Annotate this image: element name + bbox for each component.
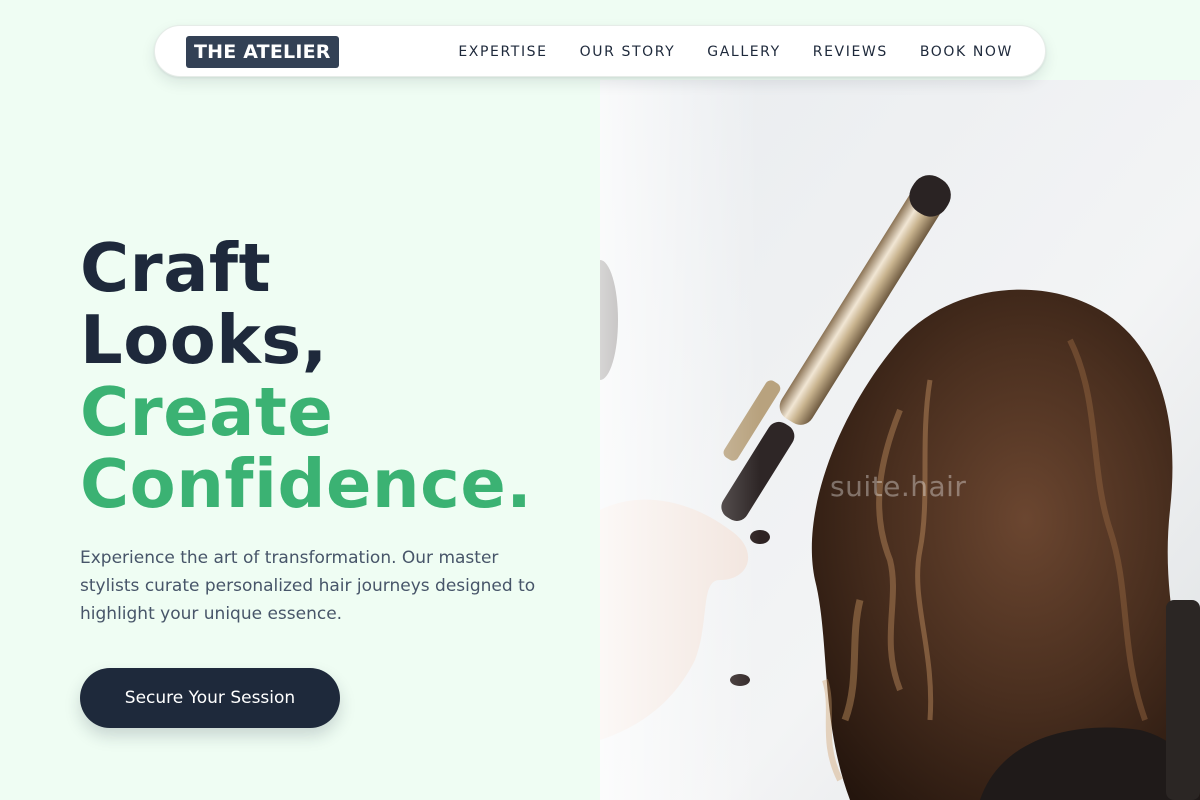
hero-photo: suite.hair	[600, 80, 1200, 800]
headline-line-1: Craft	[80, 229, 272, 307]
headline-line-3: Create	[80, 373, 334, 451]
headline-line-4: Confidence.	[80, 445, 533, 523]
brand-logo[interactable]: THE ATELIER	[186, 36, 339, 68]
nav-item-book-now[interactable]: BOOK NOW	[920, 44, 1013, 60]
nav-item-our-story[interactable]: OUR STORY	[580, 44, 676, 60]
top-navbar: THE ATELIER EXPERTISE OUR STORY GALLERY …	[154, 25, 1046, 77]
image-watermark: suite.hair	[830, 470, 967, 503]
nav-links: EXPERTISE OUR STORY GALLERY REVIEWS BOOK…	[458, 26, 1013, 78]
nav-item-expertise[interactable]: EXPERTISE	[458, 44, 547, 60]
hero-description: Experience the art of transformation. Ou…	[80, 548, 536, 624]
nav-item-reviews[interactable]: REVIEWS	[813, 44, 888, 60]
secure-session-button[interactable]: Secure Your Session	[80, 668, 340, 728]
hero-headline: Craft Looks, Create Confidence.	[80, 232, 532, 520]
nav-item-gallery[interactable]: GALLERY	[707, 44, 780, 60]
headline-line-2: Looks,	[80, 301, 328, 379]
page: THE ATELIER EXPERTISE OUR STORY GALLERY …	[0, 0, 1200, 800]
hero-photo-illustration	[600, 80, 1200, 800]
